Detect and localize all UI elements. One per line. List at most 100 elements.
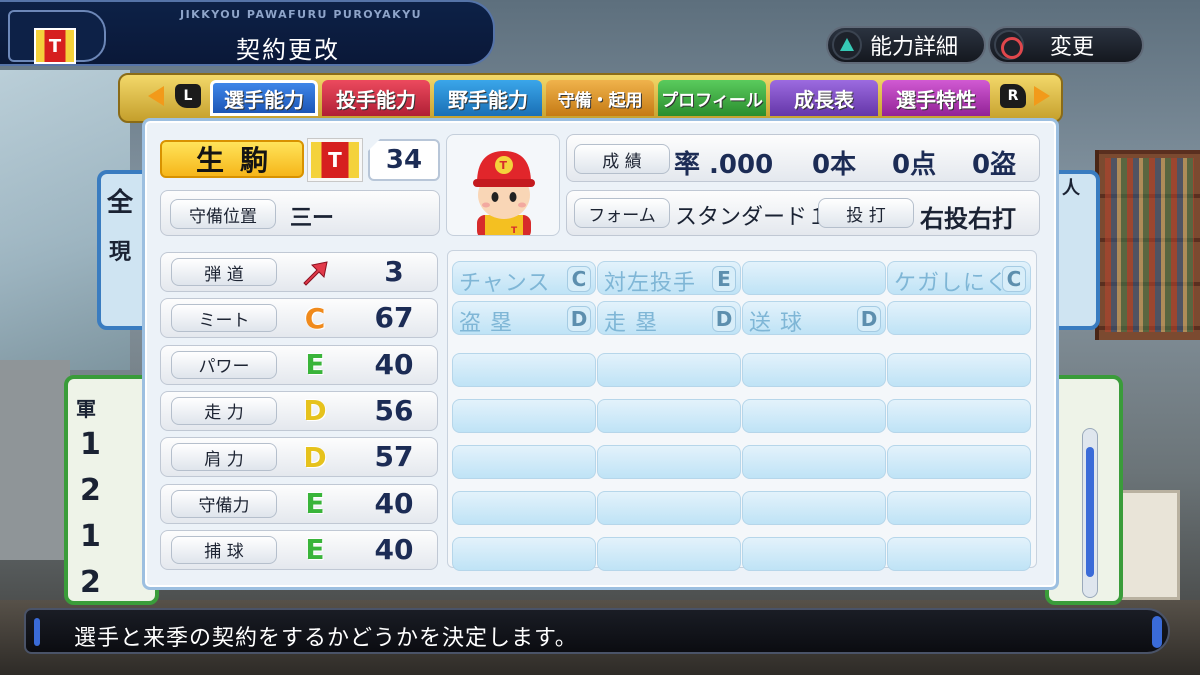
throw-bat-value: 右投右打 <box>920 205 1016 233</box>
team-cap-letter: T <box>328 148 342 172</box>
special-ability-slot[interactable]: 盗 塁D <box>452 301 596 336</box>
special-ability-slot[interactable] <box>887 399 1031 433</box>
special-ability-name: チャンス <box>459 271 551 296</box>
special-ability-slot[interactable] <box>742 399 886 433</box>
special-ability-slot[interactable] <box>742 491 886 525</box>
special-ability-slot[interactable] <box>597 399 741 433</box>
rank-number: 2 <box>80 565 101 600</box>
tab-right-arrow-icon[interactable] <box>1034 86 1050 106</box>
special-ability-slot[interactable] <box>452 537 596 571</box>
stolen-bases: 0盗 <box>972 150 1017 180</box>
tab-player-ability[interactable]: 選手能力 <box>210 80 318 116</box>
change-label: 変更 <box>1050 35 1095 60</box>
special-ability-slot[interactable] <box>452 353 596 387</box>
team-logo-icon: T <box>34 28 76 64</box>
tab-fielder-ability[interactable]: 野手能力 <box>434 80 542 116</box>
ability-grade: E <box>305 487 325 520</box>
special-ability-slot[interactable] <box>597 491 741 525</box>
tab-left-arrow-icon[interactable] <box>148 86 164 106</box>
ability-row[interactable]: 走 力 D 56 <box>160 390 438 431</box>
ability-value: 56 <box>374 393 414 427</box>
tab-player-traits[interactable]: 選手特性 <box>882 80 990 116</box>
background-char: 全 <box>107 188 134 218</box>
form-label: フォーム <box>574 198 670 228</box>
ability-row[interactable]: パワー E 40 <box>160 344 438 385</box>
ability-grade: E <box>305 348 325 382</box>
tab-profile[interactable]: プロフィール <box>658 80 766 116</box>
ability-row[interactable]: 弾 道 3 <box>160 252 438 292</box>
tab-pitcher-ability[interactable]: 投手能力 <box>322 80 430 116</box>
special-ability-slot[interactable] <box>452 399 596 433</box>
special-abilities-grid: チャンス C 対左投手 E ケガしにくさC 盗 塁 D 走 塁 D 送 球 D <box>447 250 1037 571</box>
batting-form-value: スタンダード１ <box>675 205 830 230</box>
home-runs: 0本 <box>812 150 857 180</box>
special-ability-slot[interactable] <box>887 353 1031 387</box>
special-ability-slot[interactable] <box>742 353 886 387</box>
scrollbar-thumb[interactable] <box>1086 447 1094 577</box>
team-cap-logo-icon: T <box>308 139 362 181</box>
throw-bat-label: 投 打 <box>818 198 914 228</box>
special-ability-name: 盗 塁 <box>459 311 513 336</box>
special-ability-slot[interactable] <box>742 445 886 479</box>
r-button-icon[interactable]: R <box>1000 84 1026 108</box>
ability-value: 40 <box>374 532 414 566</box>
ability-label: 守備力 <box>171 489 277 518</box>
trajectory-arrow-icon <box>303 261 328 286</box>
team-logo-letter: T <box>48 35 62 57</box>
team-logo-frame: T <box>8 10 106 64</box>
ability-value: 40 <box>374 347 414 381</box>
ability-label: 肩 力 <box>171 443 277 472</box>
ability-label: 走 力 <box>171 396 277 425</box>
special-ability-slot[interactable]: ケガしにくさC <box>887 261 1031 328</box>
special-ability-slot[interactable] <box>887 445 1031 479</box>
special-ability-slot[interactable] <box>742 261 886 295</box>
special-ability-slot[interactable] <box>452 445 596 479</box>
special-ability-slot[interactable] <box>887 537 1031 571</box>
rank-number: 2 <box>80 473 101 508</box>
title-bar: T JIKKYOU PAWAFURU PUROYAKYU 契約更改 <box>0 0 495 66</box>
special-ability-slot[interactable]: 走 塁D <box>597 301 741 336</box>
change-button[interactable]: 変更 <box>988 26 1144 64</box>
special-ability-grade: C <box>567 266 591 292</box>
ability-label: 捕 球 <box>171 535 277 564</box>
ability-label: 弾 道 <box>171 258 277 286</box>
ability-row[interactable]: 守備力 E 40 <box>160 483 438 524</box>
player-face-icon: T T <box>473 151 535 236</box>
special-ability-slot[interactable]: 送 球D <box>742 301 886 336</box>
ability-row[interactable]: 捕 球 E 40 <box>160 529 438 570</box>
ability-detail-button[interactable]: 能力詳細 <box>826 26 986 64</box>
ability-row[interactable]: 肩 力 D 57 <box>160 437 438 478</box>
special-ability-slot[interactable] <box>597 537 741 571</box>
special-ability-slot[interactable] <box>742 537 886 571</box>
special-ability-slot[interactable] <box>597 445 741 479</box>
special-ability-slot[interactable]: 対左投手 E <box>597 261 741 296</box>
screen-title: 契約更改 <box>236 36 340 64</box>
special-ability-name: 送 球 <box>749 311 803 336</box>
special-ability-grade: D <box>857 306 881 332</box>
triangle-button-icon <box>832 30 862 60</box>
special-ability-slot[interactable] <box>887 301 1031 335</box>
office-partition <box>0 360 70 560</box>
special-ability-slot[interactable] <box>597 353 741 387</box>
background-char-2: 現 <box>109 240 132 265</box>
tab-defense-usage[interactable]: 守備・起用 <box>546 80 654 116</box>
ability-grade: C <box>304 301 326 335</box>
tab-growth-chart[interactable]: 成長表 <box>770 80 878 116</box>
special-ability-slot[interactable] <box>452 491 596 525</box>
ability-value: 57 <box>374 440 414 474</box>
rank-number: 1 <box>80 519 101 554</box>
l-button-icon[interactable]: L <box>175 84 201 108</box>
list-scrollbar[interactable] <box>1082 428 1098 598</box>
position-label: 守備位置 <box>170 199 276 229</box>
player-name: 生駒 <box>160 140 304 178</box>
special-ability-grade: E <box>712 266 736 292</box>
ability-grade: D <box>303 440 327 474</box>
ability-row[interactable]: ミート C 67 <box>160 298 438 339</box>
special-ability-slot[interactable] <box>887 491 1031 525</box>
ability-value: 3 <box>384 255 404 288</box>
svg-text:T: T <box>511 226 518 236</box>
ability-grade: E <box>305 533 325 567</box>
batting-average: 率 .000 <box>674 150 774 180</box>
special-ability-slot[interactable]: チャンス C <box>452 261 596 296</box>
position-value: 三ー <box>290 206 335 231</box>
